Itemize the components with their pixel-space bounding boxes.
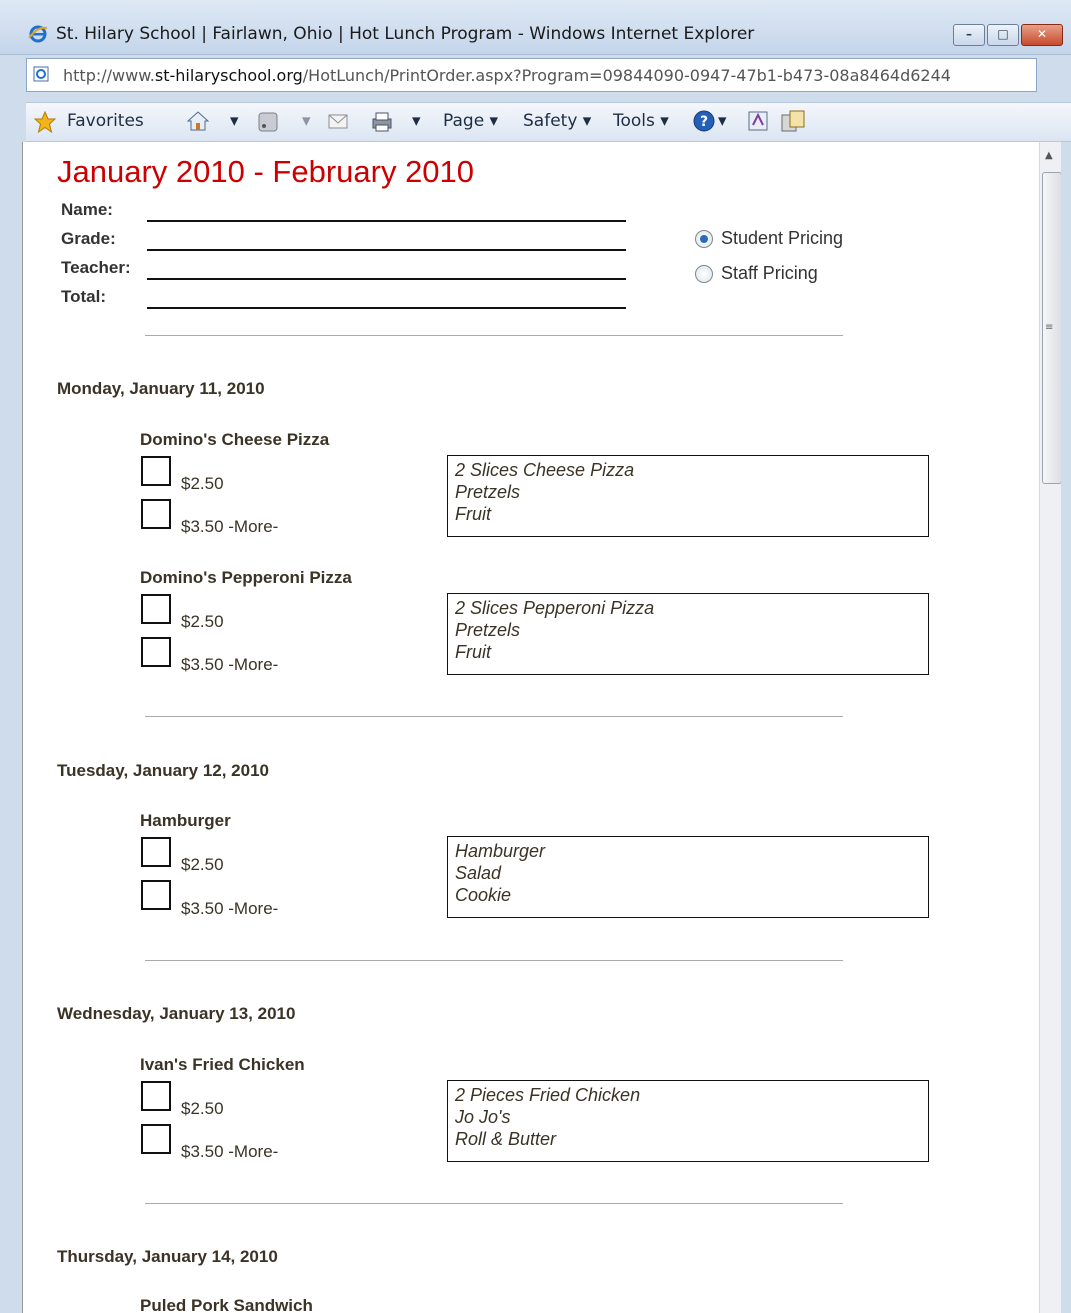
- feeds-dropdown-icon[interactable]: ▾: [302, 111, 311, 131]
- grade-field[interactable]: [147, 249, 626, 251]
- menu-item-name: Puled Pork Sandwich: [140, 1296, 313, 1313]
- page-title: January 2010 - February 2010: [57, 154, 475, 189]
- order-checkbox[interactable]: [141, 1081, 171, 1111]
- scroll-up-arrow-icon[interactable]: ▲: [1045, 150, 1053, 161]
- description-line: Pretzels: [455, 620, 521, 640]
- menu-description: Hamburger Salad Cookie: [447, 836, 929, 918]
- order-checkbox[interactable]: [141, 637, 171, 667]
- maximize-button[interactable]: □: [987, 24, 1019, 46]
- menu-item-name: Domino's Cheese Pizza: [140, 430, 330, 449]
- day-heading: Thursday, January 14, 2010: [57, 1247, 278, 1266]
- menu-item-name: Ivan's Fried Chicken: [140, 1055, 305, 1074]
- description-line: 2 Slices Pepperoni Pizza: [455, 598, 655, 618]
- student-pricing-label[interactable]: Student Pricing: [721, 228, 843, 249]
- address-bar[interactable]: http://www.st-hilaryschool.org/HotLunch/…: [26, 58, 1037, 92]
- mail-icon[interactable]: [328, 113, 348, 131]
- staff-pricing-radio[interactable]: [695, 265, 713, 283]
- url-text[interactable]: http://www.st-hilaryschool.org/HotLunch/…: [63, 66, 951, 85]
- name-label: Name:: [61, 200, 113, 219]
- home-icon[interactable]: [186, 109, 210, 133]
- safety-menu[interactable]: Safety ▾: [523, 111, 591, 131]
- description-line: Fruit: [455, 642, 491, 662]
- grade-label: Grade:: [61, 229, 116, 248]
- page-icon: [33, 66, 49, 82]
- price-option: $3.50 -More-: [181, 517, 279, 536]
- order-checkbox[interactable]: [141, 456, 171, 486]
- divider: [145, 335, 843, 336]
- page-menu[interactable]: Page ▾: [443, 111, 498, 131]
- minimize-icon: –: [966, 27, 972, 41]
- research-icon[interactable]: [746, 109, 770, 133]
- title-bar: St. Hilary School | Fairlawn, Ohio | Hot…: [0, 0, 1071, 55]
- divider: [145, 1203, 843, 1204]
- name-field[interactable]: [147, 220, 626, 222]
- divider: [145, 960, 843, 961]
- order-checkbox[interactable]: [141, 837, 171, 867]
- url-prefix: http://www.: [63, 66, 155, 85]
- window-title: St. Hilary School | Fairlawn, Ohio | Hot…: [56, 24, 755, 44]
- price-option: $2.50: [181, 474, 224, 493]
- command-bar: Favorites ▾ ▾ ▾ Page ▾ Safety ▾ Tools ▾ …: [26, 102, 1071, 142]
- svg-text:?: ?: [700, 114, 708, 130]
- total-label: Total:: [61, 287, 107, 306]
- order-checkbox[interactable]: [141, 880, 171, 910]
- print-dropdown-icon[interactable]: ▾: [412, 111, 421, 131]
- menu-item-name: Hamburger: [140, 811, 231, 830]
- page-content: January 2010 - February 2010 Name: Grade…: [22, 142, 1040, 1313]
- description-line: Salad: [455, 863, 502, 883]
- window-frame-edge: [1061, 142, 1071, 1313]
- menu-description: 2 Slices Cheese Pizza Pretzels Fruit: [447, 455, 929, 537]
- vertical-scrollbar[interactable]: ▲ ≡: [1039, 142, 1062, 1313]
- scrollbar-grip-icon: ≡: [1045, 322, 1054, 333]
- teacher-field[interactable]: [147, 278, 626, 280]
- price-option: $2.50: [181, 612, 224, 631]
- feeds-icon[interactable]: [258, 112, 278, 132]
- menu-item-name: Domino's Pepperoni Pizza: [140, 568, 352, 587]
- student-pricing-radio[interactable]: [695, 230, 713, 248]
- price-option: $2.50: [181, 1099, 224, 1118]
- day-heading: Wednesday, January 13, 2010: [57, 1004, 296, 1023]
- description-line: Pretzels: [455, 482, 521, 502]
- order-checkbox[interactable]: [141, 1124, 171, 1154]
- compatibility-icon[interactable]: [780, 109, 806, 133]
- tools-menu[interactable]: Tools ▾: [613, 111, 669, 131]
- browser-window: St. Hilary School | Fairlawn, Ohio | Hot…: [0, 0, 1071, 1313]
- menu-description: 2 Pieces Fried Chicken Jo Jo's Roll & Bu…: [447, 1080, 929, 1162]
- help-icon[interactable]: ?: [692, 109, 716, 133]
- description-line: 2 Slices Cheese Pizza: [455, 460, 635, 480]
- total-field[interactable]: [147, 307, 626, 309]
- home-dropdown-icon[interactable]: ▾: [230, 111, 239, 131]
- maximize-icon: □: [997, 27, 1009, 41]
- help-dropdown-icon[interactable]: ▾: [718, 111, 727, 131]
- internet-explorer-icon: [28, 25, 48, 43]
- staff-pricing-label[interactable]: Staff Pricing: [721, 263, 818, 284]
- url-domain: st-hilaryschool.org: [154, 66, 303, 85]
- description-line: Fruit: [455, 504, 491, 524]
- description-line: 2 Pieces Fried Chicken: [455, 1085, 641, 1105]
- favorites-star-icon: [34, 111, 56, 133]
- day-heading: Monday, January 11, 2010: [57, 379, 265, 398]
- description-line: Roll & Butter: [455, 1129, 557, 1149]
- price-option: $3.50 -More-: [181, 899, 279, 918]
- day-heading: Tuesday, January 12, 2010: [57, 761, 269, 780]
- price-option: $3.50 -More-: [181, 655, 279, 674]
- window-controls: – □ ✕: [951, 24, 1063, 46]
- print-icon[interactable]: [370, 110, 394, 134]
- url-path: /HotLunch/PrintOrder.aspx?Program=098440…: [302, 66, 951, 85]
- description-line: Jo Jo's: [455, 1107, 511, 1127]
- menu-description: 2 Slices Pepperoni Pizza Pretzels Fruit: [447, 593, 929, 675]
- price-option: $2.50: [181, 855, 224, 874]
- close-button[interactable]: ✕: [1021, 24, 1063, 46]
- close-icon: ✕: [1036, 27, 1048, 41]
- description-line: Cookie: [455, 885, 512, 905]
- description-line: Hamburger: [455, 841, 546, 861]
- divider: [145, 716, 843, 717]
- teacher-label: Teacher:: [61, 258, 131, 277]
- minimize-button[interactable]: –: [953, 24, 985, 46]
- order-checkbox[interactable]: [141, 594, 171, 624]
- price-option: $3.50 -More-: [181, 1142, 279, 1161]
- order-checkbox[interactable]: [141, 499, 171, 529]
- favorites-button[interactable]: Favorites: [67, 111, 144, 131]
